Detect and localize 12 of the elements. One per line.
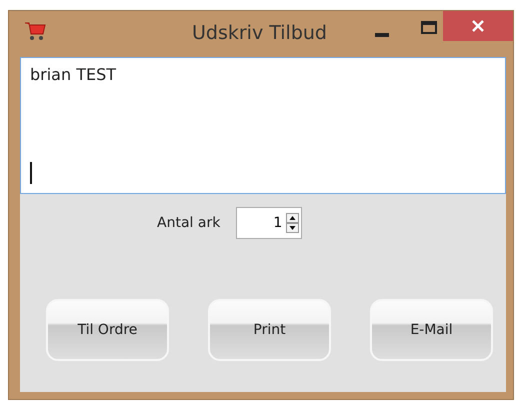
sheets-label: Antal ark: [157, 215, 220, 231]
window-title: Udskriv Tilbud: [192, 22, 327, 44]
maximize-icon[interactable]: [421, 21, 437, 34]
action-button[interactable]: Print: [208, 299, 331, 361]
close-button[interactable]: [443, 11, 513, 41]
cart-icon: [23, 20, 47, 42]
text-value: brian TEST: [30, 65, 116, 84]
close-icon: [472, 20, 484, 32]
text-area[interactable]: brian TEST: [20, 57, 506, 194]
action-button[interactable]: E-Mail: [370, 299, 493, 361]
action-button[interactable]: Til Ordre: [46, 299, 169, 361]
sheets-spinner[interactable]: 1: [236, 207, 302, 239]
